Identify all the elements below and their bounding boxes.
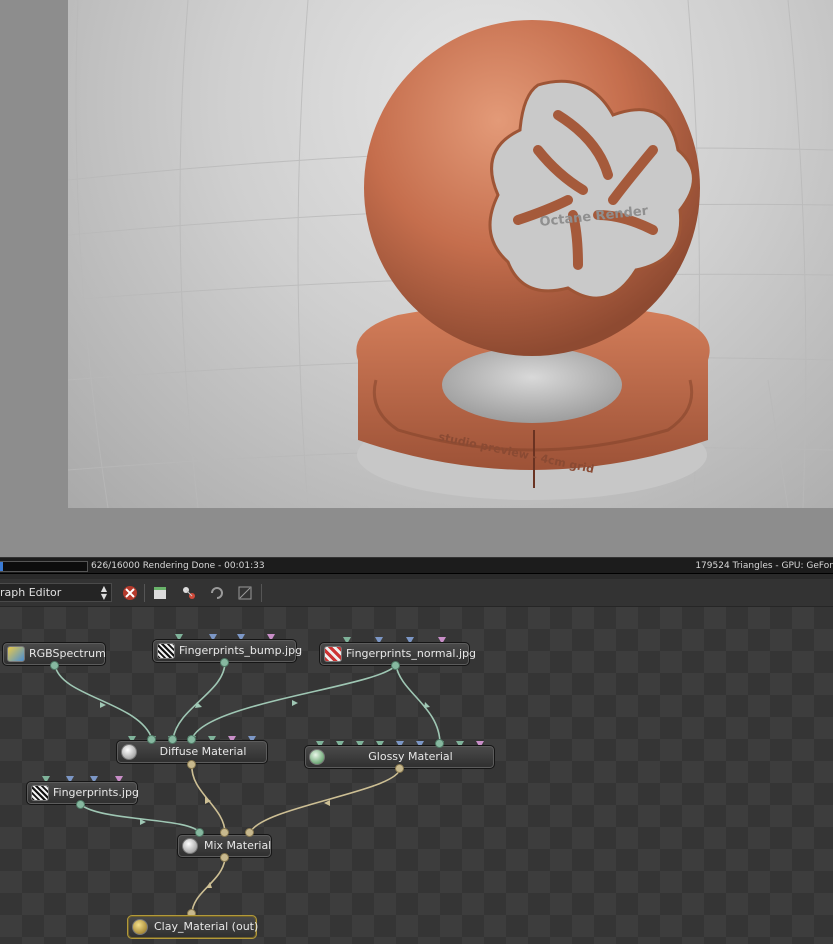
select-arrows-icon: ▲ ▼ (100, 584, 107, 601)
connected-pin[interactable] (147, 735, 156, 744)
nodes-icon[interactable] (180, 584, 198, 602)
node-clay-material-out[interactable]: Clay_Material (out) (127, 915, 259, 939)
node-label: Mix Material (204, 839, 272, 852)
output-material-icon (132, 919, 148, 935)
output-pin[interactable] (395, 764, 404, 773)
toolbar-divider (144, 584, 145, 602)
editor-type-label: raph Editor (0, 586, 62, 599)
editor-type-select[interactable]: raph Editor ▲ ▼ (0, 583, 112, 602)
octane-window: studio preview - 4cm grid Octane Render … (0, 0, 833, 944)
node-label: Fingerprints_bump.jpg (179, 644, 303, 657)
connected-pin[interactable] (195, 828, 204, 837)
output-pin[interactable] (76, 800, 85, 809)
connected-pin[interactable] (187, 735, 196, 744)
node-label: Diffuse Material (159, 745, 247, 758)
clapboard-icon[interactable] (151, 584, 169, 602)
refresh-icon[interactable] (208, 584, 226, 602)
render-viewport[interactable]: studio preview - 4cm grid Octane Render (68, 0, 833, 508)
image-texture-icon (31, 785, 49, 801)
node-graph-canvas[interactable]: RGBSpectrum Fingerprints_bump.jpg Finger… (0, 607, 833, 944)
output-pin[interactable] (220, 658, 229, 667)
graph-editor-toolbar: raph Editor ▲ ▼ (0, 579, 833, 607)
wire-rgbspectrum-diffuse (54, 664, 153, 740)
material-sphere-icon (121, 744, 137, 760)
graph-icon[interactable] (236, 584, 254, 602)
render-image: studio preview - 4cm grid Octane Render (68, 0, 833, 508)
output-pin[interactable] (50, 661, 59, 670)
node-label: RGBSpectrum (29, 647, 106, 660)
connected-pin[interactable] (220, 828, 229, 837)
normal-texture-icon (324, 646, 342, 662)
node-label: Glossy Material (368, 750, 453, 763)
wire-diffuse-mix (191, 764, 226, 834)
output-pin[interactable] (220, 853, 229, 862)
connected-pin[interactable] (245, 828, 254, 837)
node-label: Clay_Material (out) (154, 920, 259, 933)
wire-bump-diffuse (172, 661, 226, 740)
wire-normal-glossy (395, 664, 441, 745)
connected-pin[interactable] (168, 735, 177, 744)
scene-info-text: 179524 Triangles - GPU: GeFor (695, 561, 833, 571)
output-pin[interactable] (391, 661, 400, 670)
output-pin[interactable] (187, 760, 196, 769)
image-texture-icon (157, 643, 175, 659)
wire-glossy-mix (249, 768, 401, 834)
render-status-text: 626/16000 Rendering Done - 00:01:33 (91, 561, 265, 571)
glossy-sphere-icon (309, 749, 325, 765)
material-sphere-icon (182, 838, 198, 854)
delete-icon[interactable] (121, 584, 139, 602)
node-label: Fingerprints_normal.jpg (346, 647, 476, 660)
spectrum-icon (7, 646, 25, 662)
toolbar-divider (261, 584, 262, 602)
node-label: Fingerprints.jpg (53, 786, 139, 799)
status-bar: 626/16000 Rendering Done - 00:01:33 1795… (0, 557, 833, 574)
connected-pin[interactable] (435, 739, 444, 748)
wire-fingerprints-mix (79, 803, 201, 834)
render-progress-bar (0, 561, 88, 572)
